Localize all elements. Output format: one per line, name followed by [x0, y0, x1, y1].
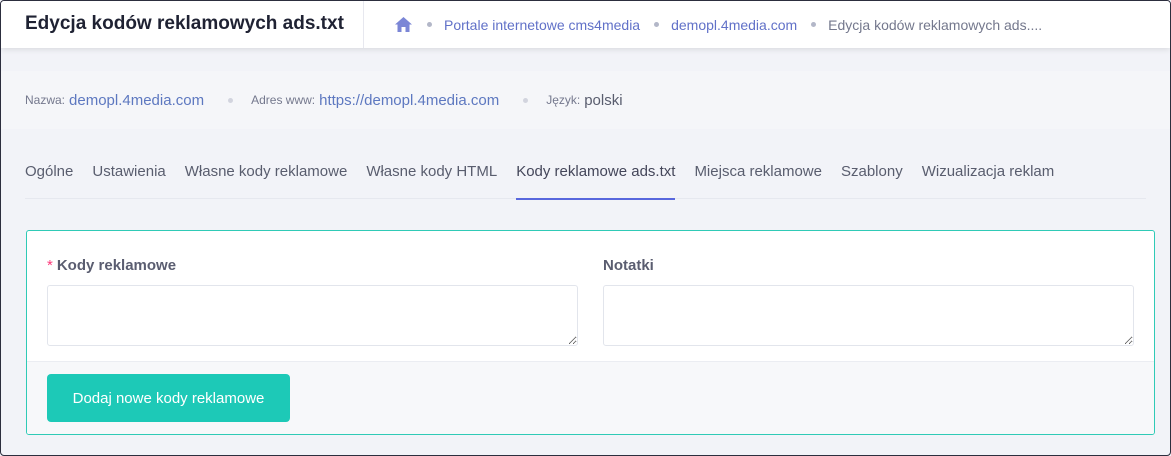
- breadcrumb-current: Edycja kodów reklamowych ads....: [828, 16, 1043, 33]
- form-row: * Kody reklamowe Notatki: [47, 255, 1134, 355]
- tab-general[interactable]: Ogólne: [25, 151, 73, 199]
- ad-codes-textarea[interactable]: [47, 285, 578, 346]
- language-value: polski: [584, 91, 623, 109]
- top-bar: Edycja kodów reklamowych ads.txt Portale…: [1, 1, 1170, 48]
- tab-custom-html-codes[interactable]: Własne kody HTML: [366, 151, 497, 199]
- codes-field-label: * Kody reklamowe: [47, 257, 176, 274]
- codes-label-text: Kody reklamowe: [56, 257, 177, 274]
- tab-custom-ad-codes[interactable]: Własne kody reklamowe: [185, 151, 348, 199]
- name-label: Nazwa:: [25, 93, 66, 107]
- home-icon[interactable]: [394, 16, 413, 33]
- tab-ads-txt[interactable]: Kody reklamowe ads.txt: [516, 151, 676, 200]
- name-value[interactable]: demopl.4media.com: [69, 92, 204, 109]
- info-separator: [228, 97, 234, 103]
- notes-field-label: Notatki: [603, 257, 654, 274]
- required-mark: *: [47, 257, 53, 274]
- breadcrumb-portals[interactable]: Portale internetowe cms4media: [444, 17, 640, 33]
- tab-bar: Ogólne Ustawienia Własne kody reklamowe …: [25, 151, 1146, 200]
- page-title: Edycja kodów reklamowych ads.txt: [1, 1, 364, 48]
- ads-txt-form-card: * Kody reklamowe Notatki Dodaj nowe kody …: [26, 230, 1155, 435]
- breadcrumb-separator: [654, 22, 660, 27]
- portal-info-bar: Nazwa: demopl.4media.com Adres www: http…: [1, 71, 1170, 129]
- breadcrumb: Portale internetowe cms4media demopl.4me…: [364, 1, 1042, 48]
- info-separator: [523, 97, 529, 103]
- add-ad-codes-button[interactable]: Dodaj nowe kody reklamowe: [47, 374, 290, 422]
- breadcrumb-separator: [427, 22, 432, 27]
- language-label: Język:: [546, 93, 581, 107]
- tab-ad-visualization[interactable]: Wizualizacja reklam: [922, 151, 1055, 199]
- tab-ad-placements[interactable]: Miejsca reklamowe: [694, 151, 822, 199]
- form-footer: Dodaj nowe kody reklamowe: [27, 361, 1154, 434]
- tab-templates[interactable]: Szablony: [841, 151, 903, 199]
- notes-textarea[interactable]: [603, 285, 1134, 346]
- address-value[interactable]: https://demopl.4media.com: [319, 92, 499, 109]
- address-label: Adres www:: [251, 93, 316, 107]
- tab-settings[interactable]: Ustawienia: [92, 151, 165, 199]
- app-window: Edycja kodów reklamowych ads.txt Portale…: [0, 0, 1171, 456]
- breadcrumb-portal[interactable]: demopl.4media.com: [671, 17, 797, 33]
- breadcrumb-separator: [811, 22, 817, 27]
